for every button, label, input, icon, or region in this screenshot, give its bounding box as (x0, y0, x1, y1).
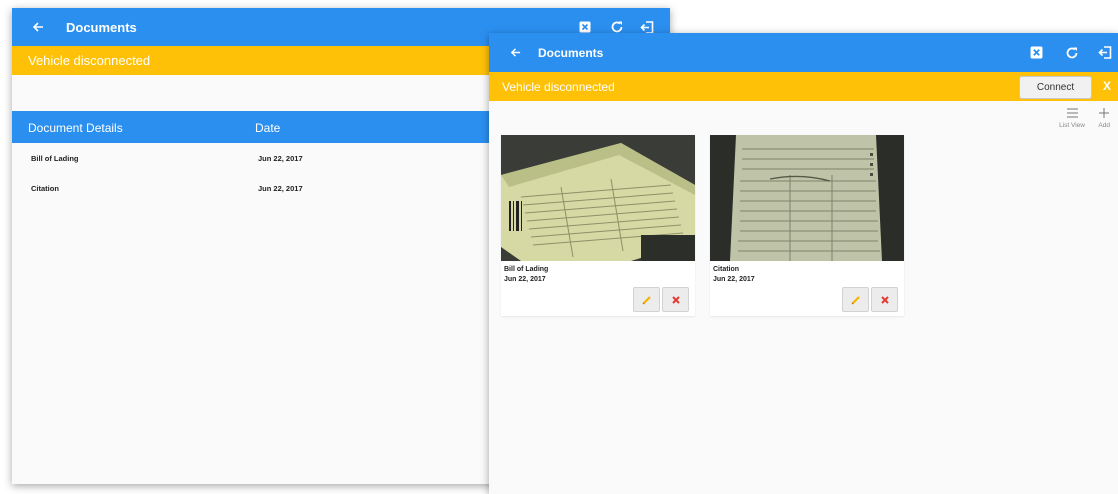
back-button[interactable] (30, 19, 46, 35)
document-card[interactable]: Bill of Lading Jun 22, 2017 (501, 135, 695, 316)
logout-button[interactable] (1097, 45, 1113, 61)
banner-close-button[interactable]: X (1103, 79, 1111, 93)
refresh-icon (1066, 47, 1078, 58)
add-document-button[interactable]: Add (1098, 107, 1110, 129)
card-document-date: Jun 22, 2017 (713, 276, 755, 283)
vehicle-status-banner: Vehicle disconnected Connect X (489, 72, 1118, 101)
close-x-icon (880, 295, 889, 304)
list-icon (1066, 107, 1078, 121)
close-x-icon (671, 295, 680, 304)
row-document-date: Jun 22, 2017 (258, 184, 303, 193)
document-card[interactable]: Citation Jun 22, 2017 (710, 135, 904, 316)
add-label: Add (1098, 122, 1110, 129)
row-document-name: Citation (31, 184, 59, 193)
arrow-left-icon (510, 48, 520, 57)
card-document-date: Jun 22, 2017 (504, 276, 546, 283)
edit-button[interactable] (842, 287, 869, 312)
pencil-icon (850, 295, 860, 305)
pencil-icon (641, 295, 651, 305)
column-header-date: Date (255, 121, 281, 135)
plus-icon (1099, 107, 1110, 121)
back-button[interactable] (507, 45, 523, 61)
row-document-date: Jun 22, 2017 (258, 154, 303, 163)
banner-text: Vehicle disconnected (502, 79, 615, 94)
app-bar: Documents (489, 33, 1118, 72)
list-view-label: List View (1059, 122, 1085, 129)
close-box-icon (1030, 46, 1042, 59)
delete-button[interactable] (871, 287, 898, 312)
document-thumbnail[interactable] (501, 135, 695, 261)
refresh-button[interactable] (1064, 45, 1080, 61)
arrow-left-icon (32, 22, 43, 32)
page-title: Documents (538, 45, 604, 60)
column-header-details: Document Details (28, 121, 123, 135)
delete-button[interactable] (662, 287, 689, 312)
card-document-name: Citation (713, 266, 740, 273)
document-thumbnail[interactable] (710, 135, 904, 261)
page-title: Documents (66, 19, 137, 35)
list-view-button[interactable]: List View (1059, 107, 1085, 129)
close-box-icon (579, 21, 591, 33)
close-box-button[interactable] (1028, 45, 1044, 61)
connect-button[interactable]: Connect (1019, 76, 1092, 99)
close-box-button[interactable] (578, 20, 592, 34)
row-document-name: Bill of Lading (31, 154, 79, 163)
documents-grid-screen: Documents Vehicle disconnected Connect X… (489, 33, 1118, 494)
card-document-name: Bill of Lading (504, 266, 549, 273)
refresh-icon (611, 21, 623, 33)
edit-button[interactable] (633, 287, 660, 312)
banner-text: Vehicle disconnected (28, 53, 151, 68)
logout-icon (1097, 46, 1111, 59)
